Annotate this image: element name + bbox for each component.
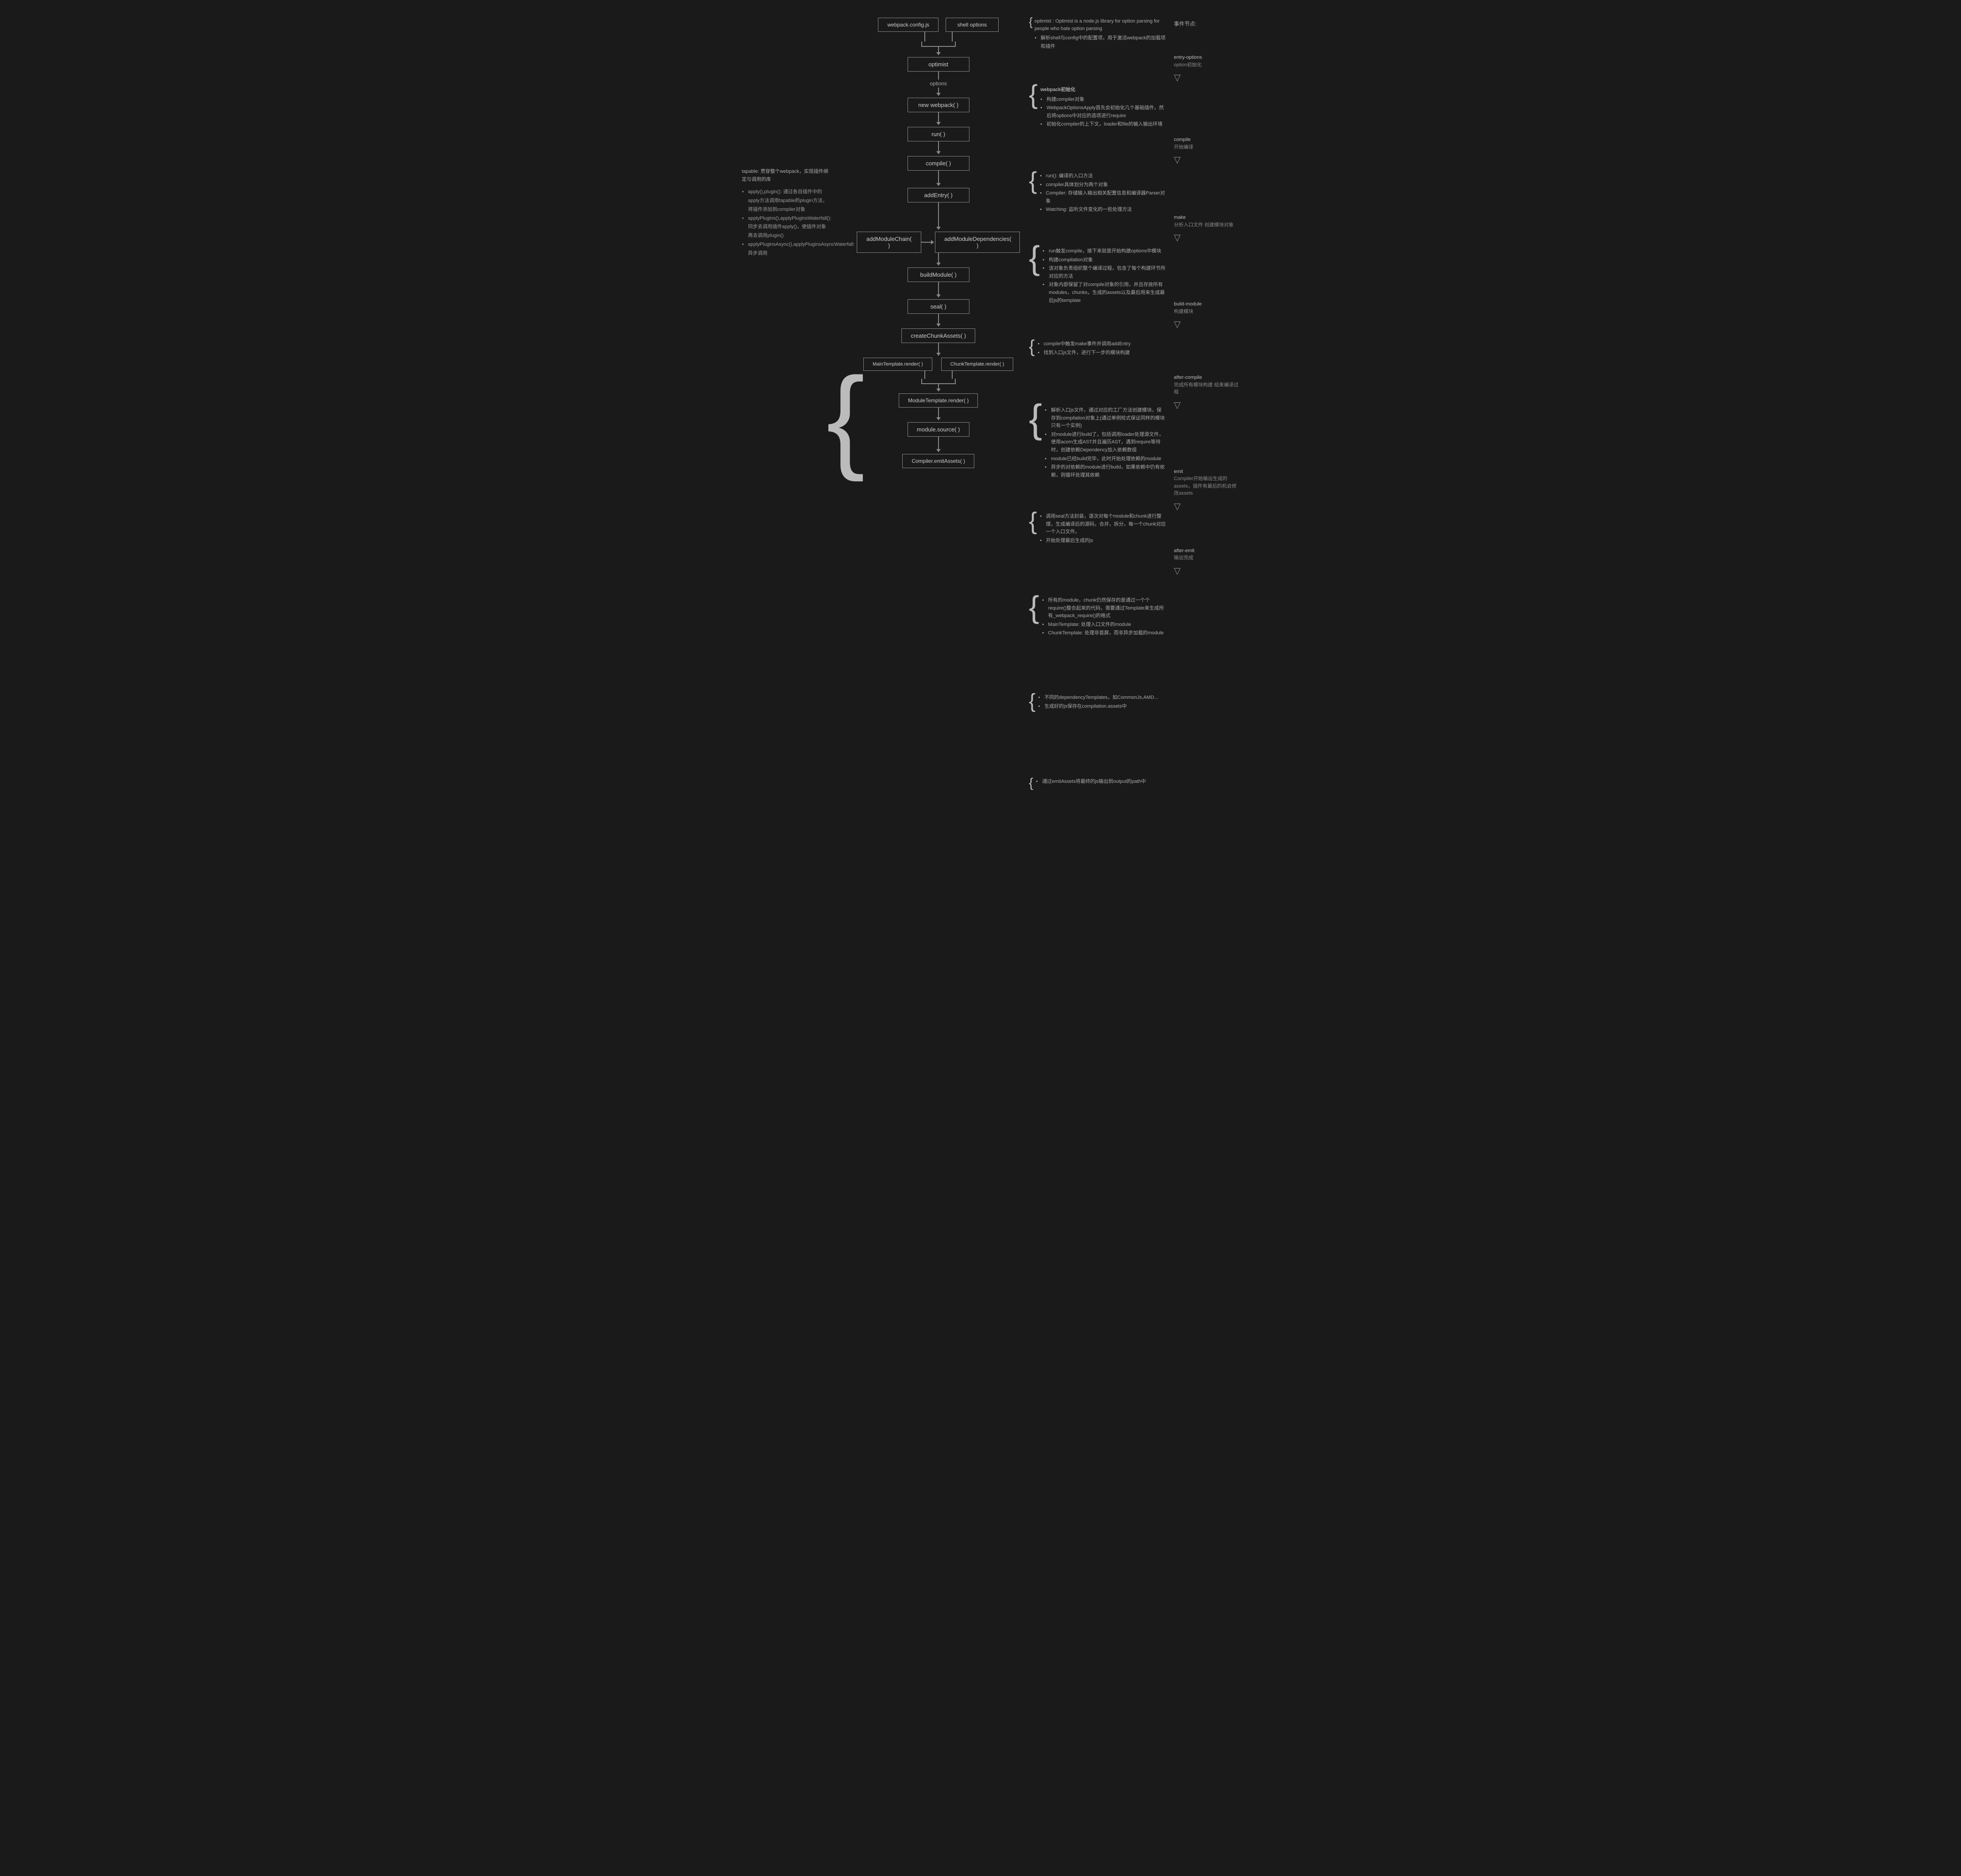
run-note: { run(): 编译的入口方法 compiler具体划分为两个对象 Compi… <box>1029 172 1166 217</box>
event-build-module-desc: 构建模块 <box>1174 309 1193 314</box>
event-after-emit-name: after-emit <box>1174 547 1241 555</box>
buildModule-node: buildModule( ) <box>908 267 969 282</box>
event-after-compile: after-compile 完成所有模块构建 结束编译过程 ▽ <box>1174 374 1241 411</box>
mainTemplate-node: MainTemplate.render( ) <box>863 358 932 371</box>
tapable-item-1: apply(),plugin(): 通过各自插件中的apply方法调用tapab… <box>748 188 830 214</box>
event-after-emit: after-emit 输出完成 ▽ <box>1174 547 1241 576</box>
events-header: 事件节点: <box>1174 18 1241 27</box>
webpack-config-node: webpack.config.js <box>878 18 939 32</box>
flow-column: webpack.config.js shell options opt <box>857 18 1020 580</box>
new-webpack-note: { webpack初始化 构建compiler对象 WebpackOptions… <box>1029 86 1166 132</box>
chevron-1: ▽ <box>1174 72 1241 83</box>
event-make: make 分析入口文件 创建模块对象 ▽ <box>1174 214 1241 243</box>
addEntry-node: addEntry( ) <box>908 188 969 202</box>
chevron-4: ▽ <box>1174 319 1241 330</box>
tapable-item-2: applyPlugins(),applyPluginsWaterfall(): … <box>748 214 830 240</box>
tapable-description: tapable: 贯穿整个webpack，实现插件绑定与调用的库 apply()… <box>742 168 830 258</box>
chevron-7: ▽ <box>1174 565 1241 576</box>
event-build-module-name: build-module <box>1174 301 1241 308</box>
chunkTemplate-node: ChunkTemplate.render( ) <box>941 358 1014 371</box>
compilerEmitAssets-node: Compiler.emitAssets( ) <box>902 454 974 468</box>
seal-node: seal( ) <box>908 299 969 314</box>
event-after-compile-name: after-compile <box>1174 374 1241 381</box>
source-nodes: webpack.config.js shell options <box>878 18 999 32</box>
tapable-item-3: applyPluginsAsync(),applyPluginsAsyncWat… <box>748 240 830 258</box>
event-compile-desc: 开始编译 <box>1174 145 1193 150</box>
template-render-row: MainTemplate.render( ) ChunkTemplate.ren… <box>863 358 1013 371</box>
event-emit-name: emit <box>1174 468 1241 476</box>
module-chain-row: addModuleChain( ) addModuleDependencies(… <box>857 232 1020 253</box>
emit-note: { 所有的module，chunk仍然保存的是通过一个个require()整合起… <box>1029 597 1166 641</box>
optimist-note: { optimist : Optimist is a node.js libra… <box>1029 18 1166 53</box>
event-make-desc: 分析入口文件 创建模块对象 <box>1174 222 1233 228</box>
run-node: run( ) <box>908 127 969 141</box>
event-make-name: make <box>1174 214 1241 221</box>
event-emit: emit Compiler开始输出生成的assets，插件有最后的机会修改ass… <box>1174 468 1241 512</box>
moduleTemplate-node: ModuleTemplate.render( ) <box>899 393 978 408</box>
addModuleDependencies-node: addModuleDependencies( ) <box>935 232 1020 253</box>
chevron-2: ▽ <box>1174 154 1241 165</box>
event-compile-name: compile <box>1174 136 1241 144</box>
event-after-emit-desc: 输出完成 <box>1174 555 1193 561</box>
event-entry-options-name: entry-options <box>1174 54 1241 61</box>
chevron-3: ▽ <box>1174 232 1241 243</box>
addEntry-note: { compile中触发make事件并调用addEntry 找到入口js文件，进… <box>1029 340 1166 360</box>
compile-note: { run触发compile，接下来就是开始构建options中模块 构建com… <box>1029 248 1166 308</box>
event-entry-options: entry-options option初始化 ▽ <box>1174 54 1241 83</box>
optimist-node: optimist <box>908 57 969 72</box>
notes-column: { optimist : Optimist is a node.js libra… <box>1020 18 1170 580</box>
seal-note: { 调用seal方法封装，逐次对每个module和chunk进行整理，生成编译后… <box>1029 513 1166 548</box>
compilerEmit-note: { 通过emitAssets将最终的js输出到output的path中 <box>1029 778 1166 789</box>
createChunkAssets-node: createChunkAssets( ) <box>901 328 975 343</box>
addModuleChain-node: addModuleChain( ) <box>857 232 921 253</box>
events-column: 事件节点: entry-options option初始化 ▽ compile … <box>1170 18 1241 580</box>
event-compile: compile 开始编译 ▽ <box>1174 136 1241 165</box>
shell-options-node: shell options <box>946 18 999 32</box>
moduleSource-node: module.source( ) <box>908 422 969 437</box>
event-entry-options-desc: option初始化 <box>1174 62 1202 68</box>
event-build-module: build-module 构建模块 ▽ <box>1174 301 1241 330</box>
new-webpack-node: new webpack( ) <box>908 98 969 112</box>
moduleTemplate-note: { 不同的dependencyTemplates，如CommonJs,AMD..… <box>1029 694 1166 713</box>
options-label: options <box>930 80 947 87</box>
event-emit-desc: Compiler开始输出生成的assets，插件有最后的机会修改assets <box>1174 476 1236 496</box>
addModuleDeps-note: { 解析入口js文件，通过对应的工厂方法创建模块，保存到compilation对… <box>1029 407 1166 482</box>
chevron-5: ▽ <box>1174 400 1241 411</box>
compile-node: compile( ) <box>908 156 969 171</box>
chevron-6: ▽ <box>1174 501 1241 512</box>
event-after-compile-desc: 完成所有模块构建 结束编译过程 <box>1174 382 1238 395</box>
